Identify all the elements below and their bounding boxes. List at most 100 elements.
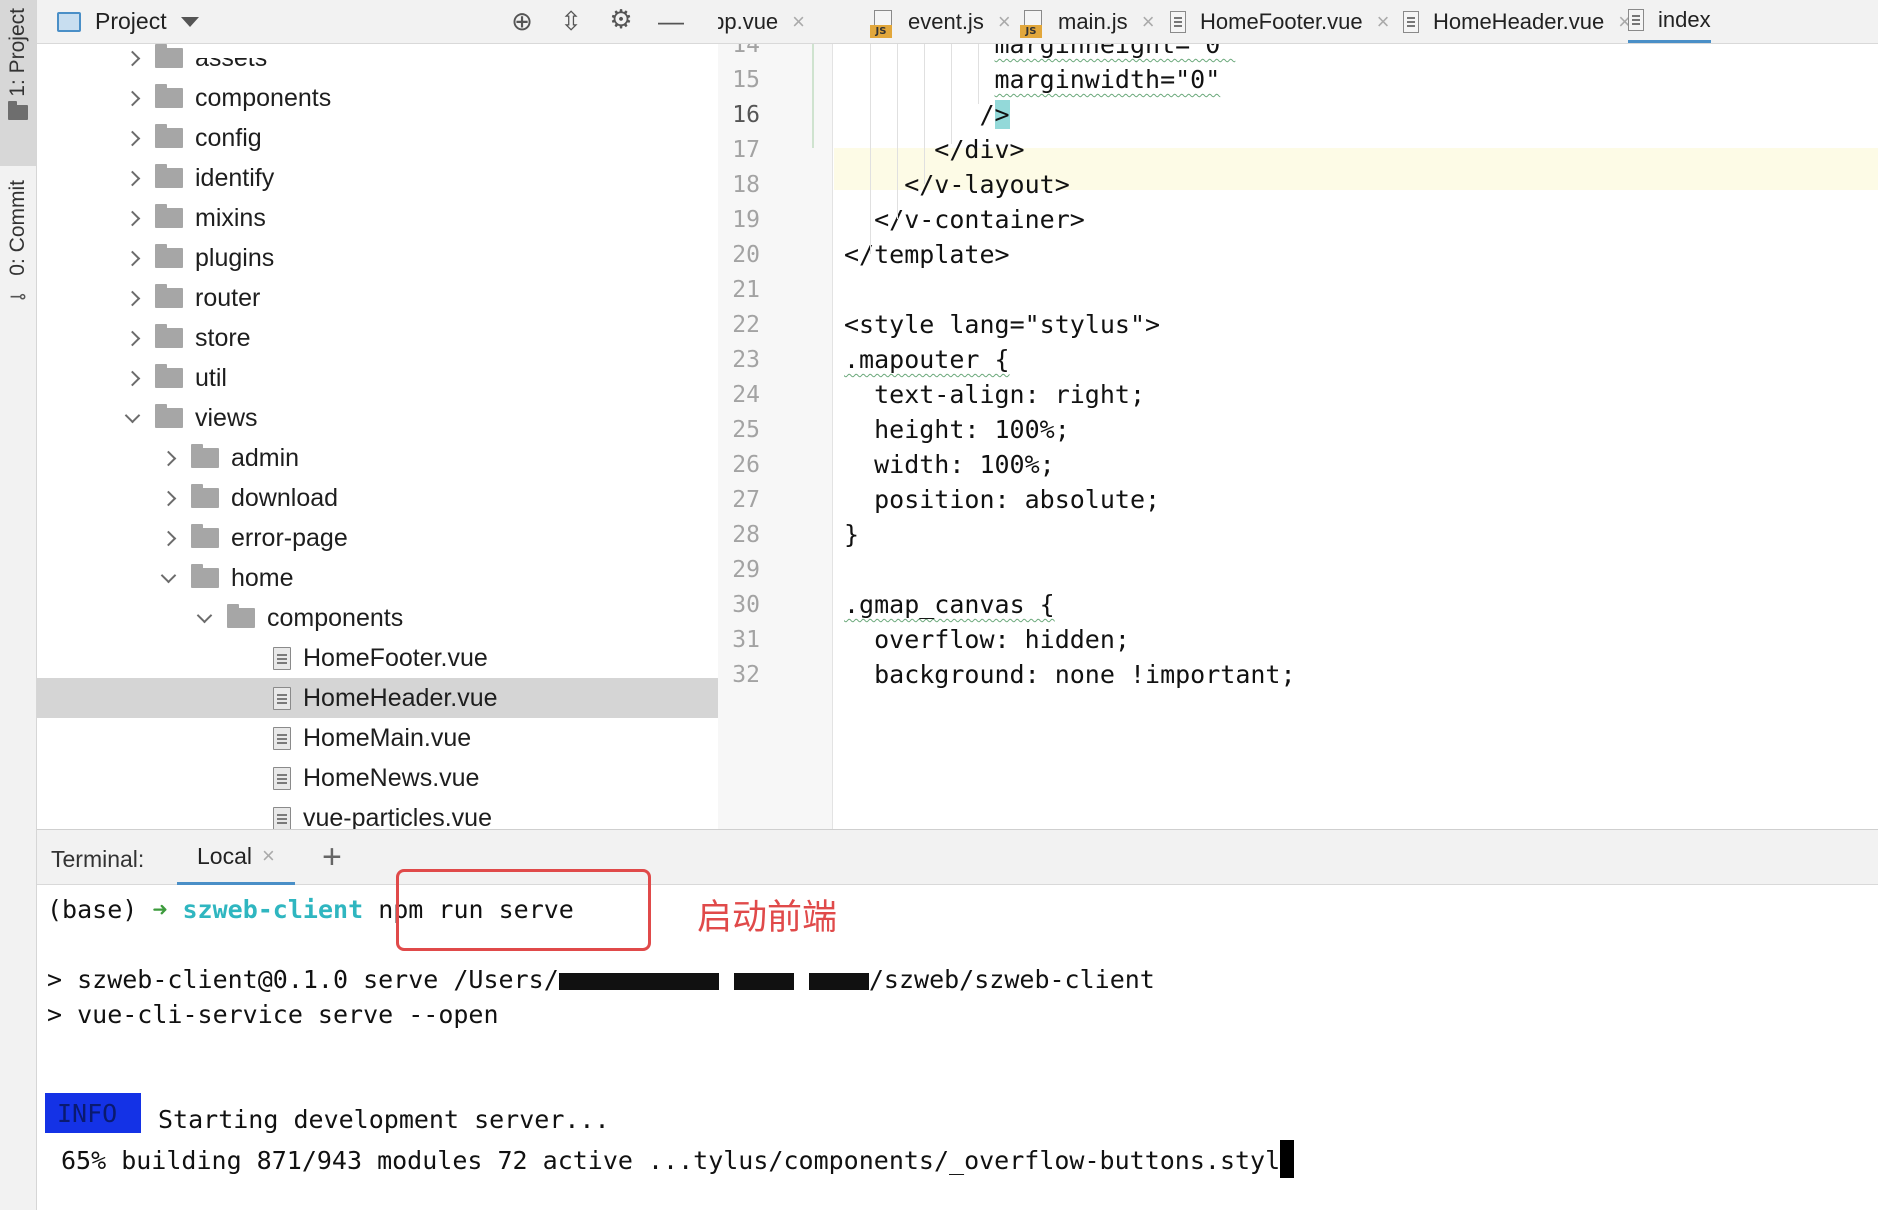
locate-icon[interactable]: ⊕ (505, 4, 539, 38)
close-icon[interactable]: × (792, 9, 805, 35)
progress-text: 65% building 871/943 modules 72 active .… (61, 1146, 1281, 1175)
chevron-down-icon[interactable] (193, 607, 215, 629)
tree-item-label: download (231, 483, 339, 512)
script-line-prefix: > szweb-client@0.1.0 serve /Users/ (47, 965, 559, 994)
tree-folder-row[interactable]: assets (37, 44, 718, 78)
tree-folder-row[interactable]: admin (37, 438, 718, 478)
redacted-path (733, 972, 794, 990)
tree-folder-row[interactable]: plugins (37, 238, 718, 278)
code-line: </v-layout> (904, 170, 1070, 199)
prompt-directory: szweb-client (182, 895, 364, 924)
chevron-right-icon[interactable] (121, 167, 143, 189)
editor-tab[interactable]: HomeFooter.vue × (1170, 0, 1390, 43)
vue-file-icon (273, 726, 291, 750)
tree-folder-row[interactable]: config (37, 118, 718, 158)
chevron-right-icon[interactable] (121, 287, 143, 309)
editor-tab[interactable]: JS main.js × (1020, 0, 1155, 43)
close-icon[interactable]: × (262, 843, 275, 869)
code-line: text-align: right; (874, 380, 1146, 409)
js-file-icon: JS (1020, 10, 1046, 38)
chevron-right-icon[interactable] (157, 487, 179, 509)
hide-panel-icon[interactable]: — (654, 4, 688, 38)
line-number: 24 (732, 382, 760, 408)
vue-file-icon (273, 766, 291, 790)
tree-folder-row[interactable]: router (37, 278, 718, 318)
folder-icon (155, 84, 183, 108)
chevron-right-icon[interactable] (157, 527, 179, 549)
tree-file-row[interactable]: HomeHeader.vue (37, 678, 718, 718)
project-view-selector[interactable]: Project (95, 8, 167, 35)
tree-file-row[interactable]: HomeFooter.vue (37, 638, 718, 678)
code-line: marginwidth="0" (994, 65, 1221, 94)
editor-tab[interactable]: \pp.vue × (718, 0, 805, 43)
editor-tab[interactable]: index (1628, 0, 1711, 43)
redacted-path (808, 972, 869, 990)
chevron-right-icon[interactable] (121, 247, 143, 269)
tree-item-label: admin (231, 443, 300, 472)
folder-icon (155, 284, 183, 308)
chevron-right-icon[interactable] (121, 367, 143, 389)
tree-folder-row[interactable]: error-page (37, 518, 718, 558)
tree-file-row[interactable]: vue-particles.vue (37, 798, 718, 829)
code-editor[interactable]: marginheight="0" marginwidth="0" /> </div> <… (834, 44, 1878, 829)
chevron-down-icon[interactable] (121, 407, 143, 429)
code-line: .gmap_canvas { (844, 590, 1055, 619)
chevron-down-icon[interactable] (157, 567, 179, 589)
editor-tab[interactable]: HomeHeader.vue × (1403, 0, 1631, 43)
line-number: 20 (732, 242, 760, 268)
chevron-right-icon[interactable] (121, 87, 143, 109)
close-icon[interactable]: × (998, 9, 1011, 35)
line-number: 27 (732, 487, 760, 513)
editor-tab-label: index (1658, 7, 1711, 32)
annotation-label: 启动前端 (697, 898, 838, 938)
vcs-change-marker (812, 44, 814, 148)
indent-guide (951, 44, 952, 144)
line-number: 16 (732, 102, 760, 128)
terminal-output[interactable]: (base) ➜ szweb-client npm run serve 启动前端… (37, 869, 1878, 1210)
collapse-all-icon[interactable]: ⇳ (554, 4, 588, 38)
folder-icon (155, 404, 183, 428)
js-badge: JS (870, 25, 892, 38)
chevron-right-icon[interactable] (121, 47, 143, 69)
chevron-right-icon[interactable] (121, 207, 143, 229)
tree-folder-row[interactable]: util (37, 358, 718, 398)
tree-folder-row[interactable]: components (37, 78, 718, 118)
close-icon[interactable]: × (1377, 9, 1390, 35)
chevron-right-icon[interactable] (157, 447, 179, 469)
editor-gutter: 14 15 16 17 18 19 20 21 22 23 24 25 26 27 28 29 30 31 32 (718, 44, 833, 829)
tree-file-row[interactable]: HomeNews.vue (37, 758, 718, 798)
indent-guide (897, 44, 898, 219)
terminal-header: Terminal: Local × + (37, 829, 1878, 886)
tree-folder-row[interactable]: home (37, 558, 718, 598)
chevron-right-icon[interactable] (121, 327, 143, 349)
tree-item-label: vue-particles.vue (303, 803, 492, 830)
line-number: 17 (732, 137, 760, 163)
tree-folder-row[interactable]: download (37, 478, 718, 518)
tree-item-label: store (195, 323, 251, 352)
code-line: </template> (844, 240, 1010, 269)
tree-folder-row[interactable]: components (37, 598, 718, 638)
tree-file-row[interactable]: HomeMain.vue (37, 718, 718, 758)
tree-folder-row[interactable]: store (37, 318, 718, 358)
line-number: 18 (732, 172, 760, 198)
gear-icon[interactable]: ⚙ (604, 2, 638, 36)
new-terminal-icon[interactable]: + (322, 838, 342, 877)
project-tool-tab[interactable]: 1: Project (0, 0, 36, 166)
code-line: </v-container> (874, 205, 1085, 234)
vue-file-icon (273, 646, 291, 670)
chevron-right-icon[interactable] (121, 127, 143, 149)
tree-folder-row[interactable]: views (37, 398, 718, 438)
tree-folder-row[interactable]: mixins (37, 198, 718, 238)
terminal-tab-local[interactable]: Local × (177, 830, 295, 886)
vue-file-icon (1403, 11, 1419, 33)
code-line: width: 100%; (874, 450, 1055, 479)
project-tool-tab-label: 1: Project (6, 8, 29, 97)
chevron-down-icon[interactable] (180, 16, 199, 27)
close-icon[interactable]: × (1142, 9, 1155, 35)
code-line: background: none !important; (874, 660, 1296, 689)
tree-folder-row[interactable]: identify (37, 158, 718, 198)
folder-icon (155, 124, 183, 148)
editor-tab[interactable]: JS event.js × (870, 0, 1011, 43)
project-window-icon (57, 11, 81, 32)
commit-tool-tab[interactable]: 0: Commit ⊸ (0, 180, 36, 330)
